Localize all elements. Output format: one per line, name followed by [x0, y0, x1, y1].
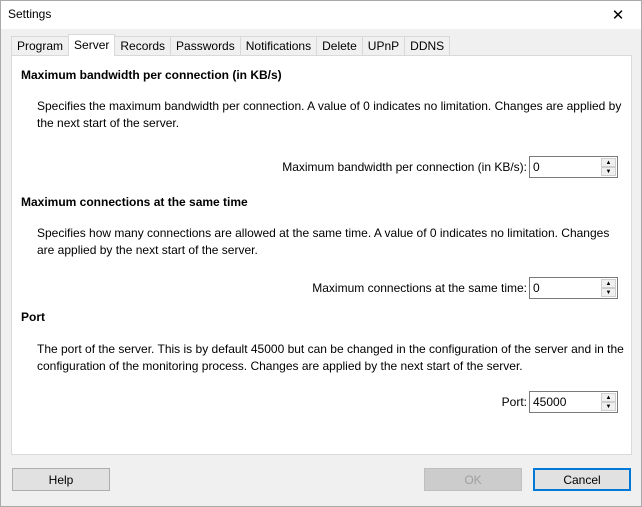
connections-spinbox[interactable]: 0 ▲ ▼	[529, 277, 618, 299]
title-bar[interactable]: Settings ✕	[1, 1, 641, 29]
help-button[interactable]: Help	[12, 468, 110, 491]
tab-strip: Program Server Records Passwords Notific…	[11, 34, 451, 56]
settings-window: Settings ✕ Program Server Records Passwo…	[0, 0, 642, 507]
spin-up-icon[interactable]: ▲	[601, 393, 616, 402]
port-spinbox[interactable]: 45000 ▲ ▼	[529, 391, 618, 413]
tab-delete[interactable]: Delete	[316, 36, 363, 56]
spin-down-icon[interactable]: ▼	[601, 402, 616, 411]
window-title: Settings	[8, 7, 52, 21]
tab-passwords[interactable]: Passwords	[170, 36, 241, 56]
tab-upnp[interactable]: UPnP	[361, 36, 406, 56]
port-field-label: Port:	[501, 395, 527, 409]
port-description: The port of the server. This is by defau…	[37, 342, 624, 373]
connections-section-title: Maximum connections at the same time	[21, 195, 248, 209]
tab-server[interactable]: Server	[68, 34, 116, 56]
bandwidth-spin-buttons: ▲ ▼	[601, 158, 616, 176]
port-value[interactable]: 45000	[530, 395, 566, 409]
bandwidth-field-label: Maximum bandwidth per connection (in KB/…	[282, 160, 527, 174]
spin-up-icon[interactable]: ▲	[601, 279, 616, 288]
spin-down-icon[interactable]: ▼	[601, 167, 616, 176]
bandwidth-field-row: Maximum bandwidth per connection (in KB/…	[282, 156, 618, 178]
bandwidth-description: Specifies the maximum bandwidth per conn…	[37, 99, 622, 130]
cancel-button[interactable]: Cancel	[533, 468, 631, 491]
tab-records[interactable]: Records	[114, 36, 172, 56]
connections-value[interactable]: 0	[530, 281, 540, 295]
ok-button[interactable]: OK	[424, 468, 522, 491]
tab-program[interactable]: Program	[11, 36, 70, 56]
bandwidth-value[interactable]: 0	[530, 160, 540, 174]
close-icon[interactable]: ✕	[595, 1, 641, 29]
connections-field-row: Maximum connections at the same time: 0 …	[312, 277, 618, 299]
connections-field-label: Maximum connections at the same time:	[312, 281, 527, 295]
connections-description: Specifies how many connections are allow…	[37, 226, 610, 257]
spin-up-icon[interactable]: ▲	[601, 158, 616, 167]
tab-notifications[interactable]: Notifications	[239, 36, 318, 56]
bandwidth-spinbox[interactable]: 0 ▲ ▼	[529, 156, 618, 178]
spin-down-icon[interactable]: ▼	[601, 288, 616, 297]
server-tab-panel: Maximum bandwidth per connection (in KB/…	[11, 55, 632, 455]
connections-spin-buttons: ▲ ▼	[601, 279, 616, 297]
port-spin-buttons: ▲ ▼	[601, 393, 616, 411]
bandwidth-section-title: Maximum bandwidth per connection (in KB/…	[21, 68, 282, 82]
port-section-title: Port	[21, 310, 45, 324]
tab-ddns[interactable]: DDNS	[404, 36, 451, 56]
port-field-row: Port: 45000 ▲ ▼	[502, 391, 618, 413]
